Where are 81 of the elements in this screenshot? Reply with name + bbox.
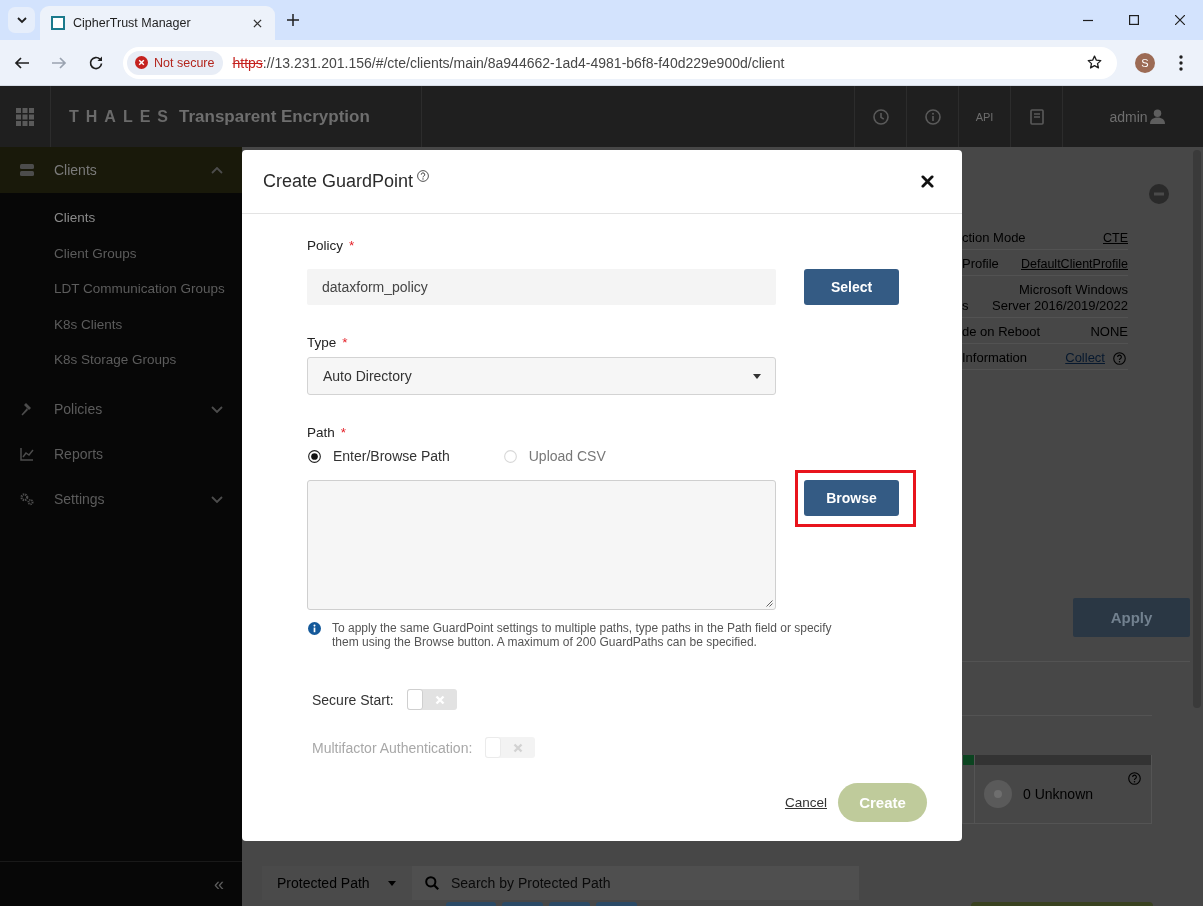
sidebar-section[interactable]: Reports bbox=[0, 431, 242, 477]
toggle-switch[interactable] bbox=[406, 689, 457, 710]
sidebar-item[interactable]: Client Groups bbox=[0, 235, 242, 271]
detail-label: s bbox=[962, 298, 969, 314]
status-count: 0 Unknown bbox=[1023, 786, 1094, 802]
detail-value: NONE bbox=[1090, 324, 1128, 340]
cancel-link[interactable]: Cancel bbox=[784, 795, 827, 810]
search-input[interactable]: Search by Protected Path bbox=[451, 871, 701, 895]
caret-down-icon bbox=[753, 373, 761, 379]
detail-link[interactable]: Collect bbox=[1065, 350, 1105, 366]
reload-icon[interactable] bbox=[88, 54, 104, 71]
select-button[interactable]: Select bbox=[804, 269, 899, 305]
resize-grip-icon[interactable] bbox=[765, 599, 773, 607]
server-icon bbox=[20, 163, 34, 177]
radio-option[interactable]: Enter/Browse Path bbox=[307, 448, 450, 464]
sidebar-section[interactable]: Policies bbox=[0, 386, 242, 432]
brand-logo: THALES bbox=[69, 107, 175, 126]
hammer-icon bbox=[20, 402, 34, 416]
radio-option[interactable]: Upload CSV bbox=[502, 448, 606, 464]
required-mark: * bbox=[349, 238, 355, 254]
help-icon[interactable] bbox=[417, 170, 430, 182]
field-label: Policy bbox=[307, 238, 343, 254]
profile-avatar[interactable]: S bbox=[1135, 52, 1155, 73]
url-text: https://13.231.201.156/#/cte/clients/main/8a944662-1ad4-4981-b6f8-f40d229e900d/client bbox=[232, 54, 785, 71]
caret-down-icon bbox=[388, 880, 396, 886]
cross-icon bbox=[434, 694, 445, 705]
search-field[interactable]: Search by Protected Path bbox=[412, 866, 859, 900]
field-label: Path bbox=[307, 425, 335, 441]
help-text: To apply the same GuardPoint settings to multiple paths, type paths in the Path field or specify them using the Browse button. A maximum of 200 GuardPaths can be specified. bbox=[332, 621, 833, 649]
detail-label: de on Reboot bbox=[962, 324, 1041, 340]
radio-button[interactable] bbox=[308, 449, 321, 463]
detail-label: Profile bbox=[962, 256, 999, 272]
browse-button[interactable]: Browse bbox=[804, 480, 899, 516]
detail-label: ction Mode bbox=[962, 230, 1026, 246]
user-icon bbox=[1149, 109, 1165, 124]
status-circle-icon bbox=[984, 780, 1012, 808]
close-icon[interactable] bbox=[921, 175, 934, 188]
browser-tab[interactable]: CipherTrust Manager bbox=[40, 6, 275, 40]
apply-button[interactable]: Apply bbox=[1073, 598, 1190, 637]
plus-icon[interactable] bbox=[287, 14, 299, 26]
gears-icon bbox=[20, 492, 34, 506]
policy-field[interactable]: dataxform_policy bbox=[307, 269, 776, 305]
star-icon[interactable] bbox=[1087, 55, 1102, 70]
toggle-label: Multifactor Authentication: bbox=[312, 739, 473, 756]
detail-label: Information bbox=[962, 350, 1028, 366]
security-chip[interactable]: Not secure bbox=[127, 50, 224, 75]
close-icon[interactable] bbox=[253, 18, 262, 28]
detail-link[interactable]: CTE bbox=[1103, 230, 1128, 246]
error-icon bbox=[135, 56, 148, 69]
info-icon[interactable] bbox=[924, 108, 941, 125]
sidebar-section[interactable]: Clients bbox=[0, 147, 242, 193]
detail-link[interactable]: DefaultClientProfile bbox=[1021, 256, 1128, 272]
apps-grid-icon[interactable] bbox=[16, 107, 34, 126]
square-logo-icon bbox=[51, 16, 65, 30]
toggle-label: Secure Start: bbox=[312, 691, 394, 708]
dialog-title: Create GuardPoint bbox=[263, 171, 414, 192]
required-mark: * bbox=[342, 335, 348, 351]
chevron-down-icon bbox=[16, 15, 27, 25]
product-title: Transparent Encryption bbox=[179, 106, 370, 127]
clock-icon[interactable] bbox=[872, 108, 889, 125]
info-icon bbox=[308, 622, 321, 635]
type-dropdown[interactable]: Auto Directory bbox=[307, 357, 776, 395]
close-icon[interactable] bbox=[1175, 15, 1185, 25]
required-mark: * bbox=[340, 425, 347, 441]
sidebar-item[interactable]: K8s Clients bbox=[0, 306, 242, 342]
sidebar-item[interactable]: LDT Communication Groups bbox=[0, 271, 242, 307]
cross-icon bbox=[513, 742, 524, 753]
collapse-button[interactable]: « bbox=[214, 873, 224, 895]
tab-list-button[interactable] bbox=[8, 7, 35, 33]
sidebar-item[interactable]: K8s Storage Groups bbox=[0, 342, 242, 378]
line-chart-icon bbox=[20, 447, 34, 461]
detail-value: Microsoft Windows Server 2016/2019/2022 bbox=[991, 282, 1128, 314]
address-bar[interactable]: Not secure https://13.231.201.156/#/cte/clients/main/8a944662-1ad4-4981-b6f8-f40d229e900d/client bbox=[123, 46, 1117, 79]
maximize-icon[interactable] bbox=[1129, 15, 1139, 25]
path-field[interactable] bbox=[307, 480, 776, 610]
search-icon bbox=[425, 876, 439, 890]
field-label: Type bbox=[307, 335, 337, 351]
sidebar-section[interactable]: Settings bbox=[0, 476, 242, 522]
menu-icon[interactable] bbox=[1179, 54, 1183, 71]
sidebar-item[interactable]: Clients bbox=[0, 200, 242, 236]
back-arrow-icon[interactable] bbox=[14, 54, 30, 71]
